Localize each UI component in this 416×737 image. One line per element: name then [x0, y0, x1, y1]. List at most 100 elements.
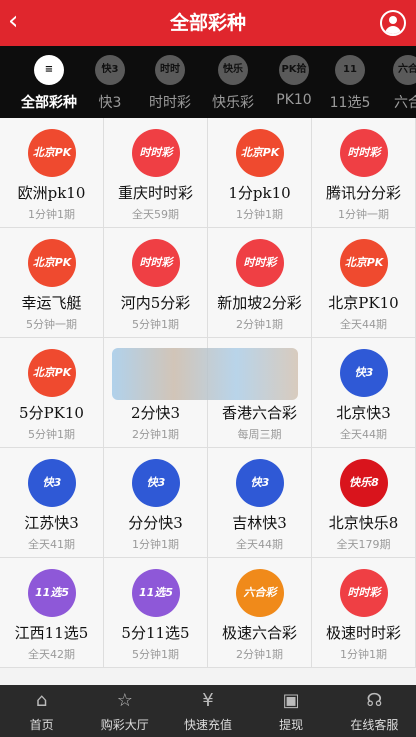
- lottery-pk-icon: 北京PK: [28, 129, 76, 177]
- lottery-k3-icon: 快3: [340, 349, 388, 397]
- lottery-item[interactable]: 快3 分分快3 1分钟1期: [104, 448, 208, 558]
- lottery-frequency: 1分钟一期: [338, 208, 389, 221]
- lottery-x5-icon: 11选5: [28, 569, 76, 617]
- lottery-item[interactable]: 时时彩 新加坡2分彩 2分钟1期: [208, 228, 312, 338]
- bottom-tab-2[interactable]: ¥ 快速充值: [166, 685, 249, 737]
- lottery-frequency: 全天44期: [236, 538, 283, 551]
- lottery-ssc-icon: 时时彩: [132, 239, 180, 287]
- lottery-name: 新加坡2分彩: [217, 294, 302, 312]
- lottery-x5-icon: 11选5: [132, 569, 180, 617]
- lottery-pk-icon: 北京PK: [236, 129, 284, 177]
- category-tab-2[interactable]: 时时 时时彩: [140, 46, 200, 118]
- lottery-pk-icon: 北京PK: [28, 349, 76, 397]
- category-tabs: ≡ 全部彩种 快3 快3 时时 时时彩 快乐 快乐彩 PK拾 PK10 11 11选5 六合 六合: [0, 46, 416, 118]
- category-tab-6[interactable]: 六合 六合: [378, 46, 416, 118]
- ssc-icon: 时时: [155, 55, 185, 85]
- lottery-name: 腾讯分分彩: [325, 184, 401, 202]
- lottery-name: 5分11选5: [121, 624, 190, 642]
- layers-icon: ≡: [34, 55, 64, 85]
- lottery-name: 江苏快3: [24, 514, 79, 532]
- lottery-lhc-icon: 六合彩: [236, 569, 284, 617]
- lottery-item[interactable]: 11选5 5分11选5 5分钟1期: [104, 558, 208, 668]
- lottery-item[interactable]: 时时彩重庆时时彩全天59期: [104, 118, 208, 228]
- lottery-frequency: 全天44期: [340, 318, 387, 331]
- lottery-name: 江西11选5: [14, 624, 89, 642]
- lottery-name: 香港六合彩: [221, 404, 297, 422]
- user-icon[interactable]: [380, 10, 406, 36]
- lottery-ssc-icon: 时时彩: [340, 129, 388, 177]
- lottery-item[interactable]: 时时彩 河内5分彩 5分钟1期: [104, 228, 208, 338]
- lottery-name: 北京快3: [336, 404, 391, 422]
- lottery-ssc-icon: 时时彩: [340, 569, 388, 617]
- bottom-tab-label: 快速充值: [183, 718, 232, 732]
- category-label: 六合: [394, 95, 416, 111]
- category-tab-0[interactable]: ≡ 全部彩种: [8, 46, 90, 118]
- lottery-item[interactable]: 时时彩 极速时时彩 1分钟1期: [312, 558, 416, 668]
- lottery-item[interactable]: 北京PK 欧洲pk10 1分钟1期: [0, 118, 104, 228]
- lottery-item[interactable]: 时时彩腾讯分分彩 1分钟一期: [312, 118, 416, 228]
- lottery-frequency: 2分钟1期: [132, 428, 179, 441]
- lottery-name: 吉林快3: [232, 514, 287, 532]
- page-title: 全部彩种: [169, 12, 246, 34]
- lottery-frequency: 1分钟1期: [28, 208, 75, 221]
- category-tab-1[interactable]: 快3 快3: [84, 46, 136, 118]
- lottery-frequency: 全天44期: [340, 428, 387, 441]
- lottery-frequency: 1分钟1期: [236, 208, 283, 221]
- category-label: 全部彩种: [21, 95, 77, 111]
- category-tab-3[interactable]: 快乐 快乐彩: [200, 46, 266, 118]
- wallet-icon: ▣: [282, 690, 300, 711]
- bottom-tab-label: 在线客服: [350, 718, 399, 732]
- bottom-tab-1[interactable]: ☆ 购彩大厅: [83, 685, 166, 737]
- lottery-item[interactable]: 北京PK 幸运飞艇 5分钟一期: [0, 228, 104, 338]
- lottery-ssc-icon: 时时彩: [132, 129, 180, 177]
- home-icon: ⌂: [35, 690, 48, 711]
- lottery-frequency: 5分钟一期: [26, 318, 77, 331]
- lottery-name: 极速六合彩: [221, 624, 297, 642]
- blurred-banner-image: [112, 348, 298, 400]
- lottery-name: 1分pk10: [228, 184, 291, 202]
- lottery-name: 北京PK10: [328, 294, 399, 312]
- k3-icon: 快3: [95, 55, 125, 85]
- lottery-item[interactable]: 快3 吉林快3 全天44期: [208, 448, 312, 558]
- lottery-item[interactable]: 北京PK 5分PK10 5分钟1期: [0, 338, 104, 448]
- lottery-item[interactable]: 快乐8 北京快乐8 全天179期: [312, 448, 416, 558]
- lhc-icon: 六合: [393, 55, 416, 85]
- category-tab-5[interactable]: 11 11选5: [322, 46, 378, 118]
- lottery-pk-icon: 北京PK: [28, 239, 76, 287]
- bottom-tab-bar: ⌂ 首页 ☆ 购彩大厅 ¥ 快速充值 ▣ 提现 ☊ 在线客服: [0, 685, 416, 737]
- lottery-item[interactable]: 北京PK 1分pk10 1分钟1期: [208, 118, 312, 228]
- lottery-frequency: 全天179期: [336, 538, 391, 551]
- lottery-name: 2分快3: [130, 404, 181, 422]
- 11x5-icon: 11: [335, 55, 365, 85]
- lottery-item[interactable]: 11选5 江西11选5 全天42期: [0, 558, 104, 668]
- lottery-frequency: 5分钟1期: [132, 318, 179, 331]
- lottery-frequency: 1分钟1期: [340, 648, 387, 661]
- lottery-frequency: 全天59期: [132, 208, 179, 221]
- lottery-pk-icon: 北京PK: [340, 239, 388, 287]
- lottery-name: 欧洲pk10: [17, 184, 86, 202]
- lottery-frequency: 2分钟1期: [236, 648, 283, 661]
- category-label: 时时彩: [149, 95, 191, 111]
- bottom-tab-4[interactable]: ☊ 在线客服: [333, 685, 416, 737]
- lottery-name: 分分快3: [128, 514, 183, 532]
- lottery-bj8-icon: 快乐8: [340, 459, 388, 507]
- lottery-name: 北京快乐8: [328, 514, 399, 532]
- lottery-frequency: 5分钟1期: [132, 648, 179, 661]
- bottom-tab-0[interactable]: ⌂ 首页: [0, 685, 83, 737]
- lottery-frequency: 每周三期: [237, 428, 282, 441]
- lottery-item[interactable]: 北京PK 北京PK10 全天44期: [312, 228, 416, 338]
- bottom-tab-label: 首页: [29, 718, 54, 732]
- lottery-name: 重庆时时彩: [117, 184, 193, 202]
- lottery-item[interactable]: 快3 北京快3 全天44期: [312, 338, 416, 448]
- lottery-ssc-icon: 时时彩: [236, 239, 284, 287]
- category-label: PK10: [276, 92, 312, 108]
- lottery-item[interactable]: 快3 江苏快3 全天41期: [0, 448, 104, 558]
- bottom-tab-3[interactable]: ▣ 提现: [250, 685, 333, 737]
- lottery-item[interactable]: 六合彩极速六合彩 2分钟1期: [208, 558, 312, 668]
- pk10-icon: PK拾: [279, 55, 309, 85]
- lottery-grid: 北京PK 欧洲pk10 1分钟1期 时时彩 重庆时时彩 全天59期 北京PK 1分pk10 1分…: [0, 118, 416, 685]
- lottery-k3-icon: 快3: [28, 459, 76, 507]
- category-tab-4[interactable]: PK拾 PK10: [266, 46, 322, 118]
- lottery-name: 幸运飞艇: [21, 294, 82, 312]
- lottery-k3-icon: 快3: [132, 459, 180, 507]
